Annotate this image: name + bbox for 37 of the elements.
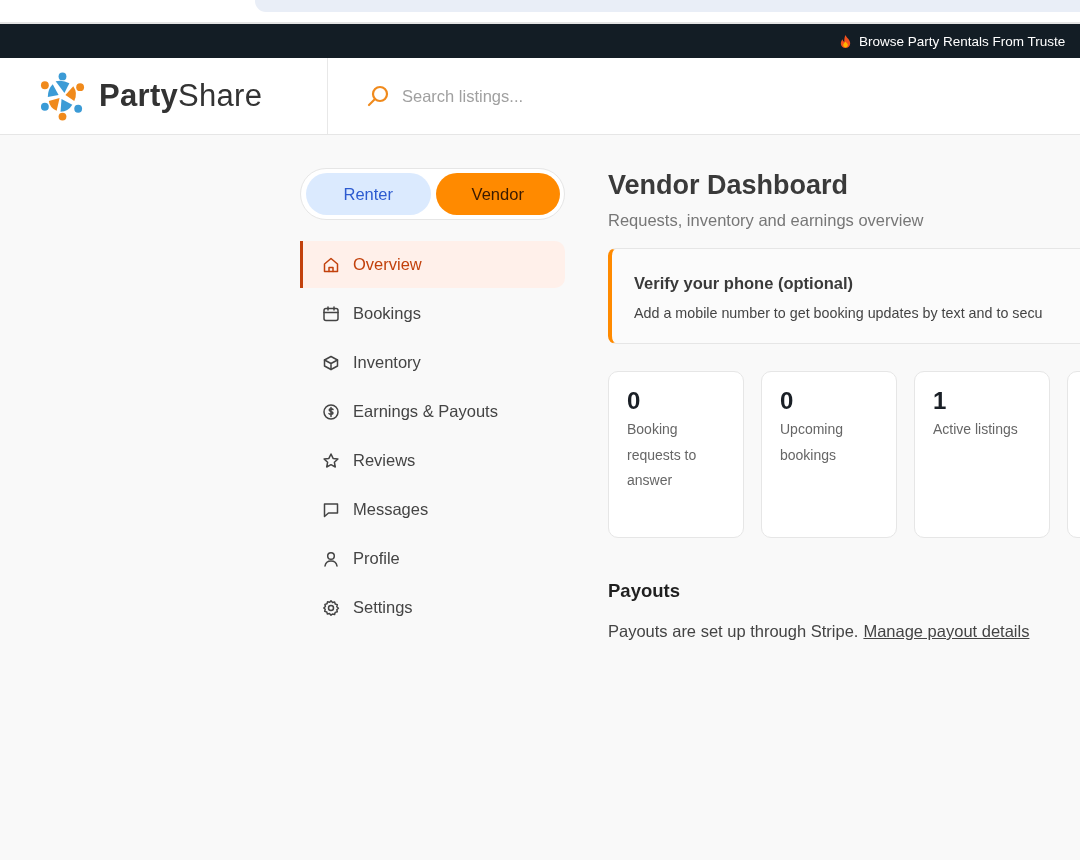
manage-payout-link[interactable]: Manage payout details — [863, 622, 1030, 641]
sidebar-item[interactable]: Bookings — [300, 290, 565, 337]
announcement-text[interactable]: Browse Party Rentals From Truste — [859, 33, 1066, 49]
fire-icon — [838, 33, 853, 49]
sidebar-item[interactable]: Inventory — [300, 339, 565, 386]
notice-text: Add a mobile number to get booking updates by text and to secu — [634, 305, 1044, 321]
sidebar-item[interactable]: Reviews — [300, 437, 565, 484]
calendar-icon — [322, 304, 340, 323]
message-icon — [322, 500, 340, 519]
search-icon — [366, 84, 390, 108]
gear-icon — [322, 598, 340, 617]
mode-tab[interactable]: Vendor — [435, 173, 560, 215]
stat-label: Booking requests to answer — [627, 420, 698, 490]
sidebar-item[interactable]: Overview — [300, 241, 565, 288]
star-icon — [322, 451, 340, 470]
notice-title: Verify your phone (optional) — [634, 274, 855, 293]
box-icon — [322, 353, 340, 372]
sidebar-item[interactable]: Earnings & Payouts — [300, 388, 565, 435]
sidebar-item[interactable]: Messages — [300, 486, 565, 533]
logo-icon[interactable] — [39, 71, 86, 121]
user-icon — [322, 549, 340, 568]
stat-label: Active listings — [933, 420, 1019, 439]
stat-label: Upcoming bookings — [780, 420, 845, 465]
payouts-text: Payouts are set up through Stripe. — [608, 622, 859, 641]
stat-value: 1 — [933, 387, 948, 415]
page-title: Vendor Dashboard — [608, 169, 850, 201]
section-title: Payouts — [608, 580, 681, 602]
search-field[interactable]: Search listings... — [400, 85, 624, 107]
page-subtitle: Requests, inventory and earnings overview — [608, 211, 925, 230]
stat-value: 0 — [780, 387, 795, 415]
dollar-icon — [322, 402, 340, 421]
sidebar-item[interactable]: Profile — [300, 535, 565, 582]
home-icon — [322, 255, 340, 274]
sidebar-item[interactable]: Settings — [300, 584, 565, 631]
mode-tab[interactable]: Renter — [306, 173, 431, 215]
stat-value: 0 — [627, 387, 642, 415]
logo-wordmark[interactable]: PartyShare — [99, 78, 263, 114]
